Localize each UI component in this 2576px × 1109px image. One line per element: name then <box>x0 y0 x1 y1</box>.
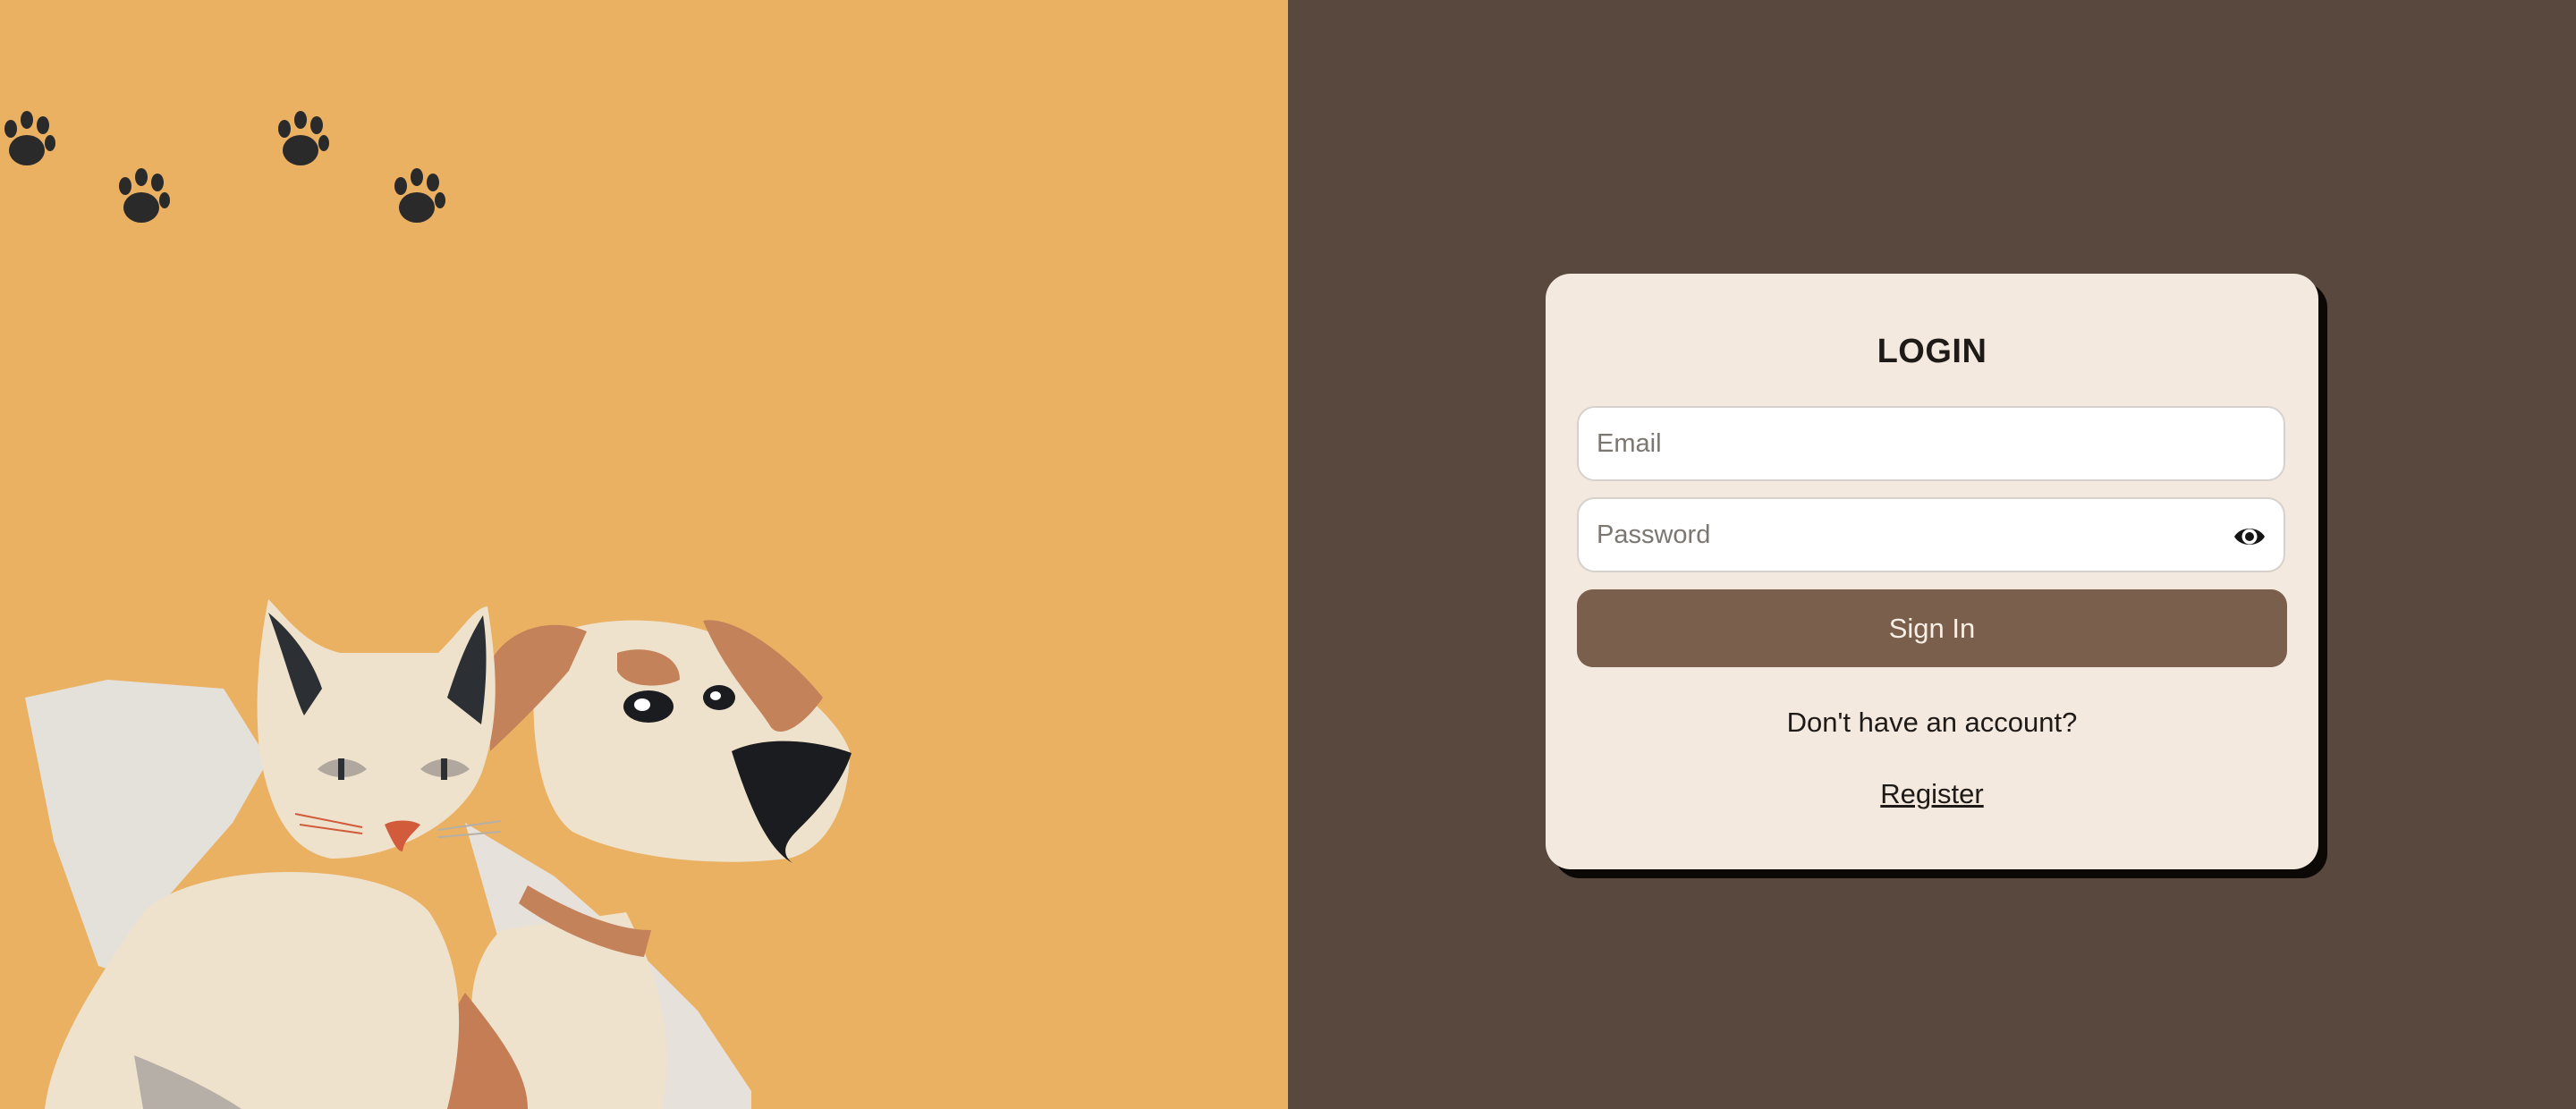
password-input[interactable] <box>1579 499 2284 571</box>
paw-print-icon <box>278 111 329 165</box>
password-field[interactable] <box>1577 497 2285 572</box>
eye-icon[interactable] <box>2232 521 2267 553</box>
email-field[interactable] <box>1577 406 2285 481</box>
paw-print-icon <box>394 168 445 223</box>
pets-illustration <box>25 599 852 1109</box>
paw-print-icon <box>119 168 170 223</box>
email-input[interactable] <box>1579 408 2284 479</box>
no-account-text: Don't have an account? <box>1786 707 2078 738</box>
illustration-panel <box>0 0 1288 1109</box>
sign-in-button[interactable]: Sign In <box>1577 589 2287 667</box>
register-link-row: Register <box>1546 778 2318 810</box>
login-card: LOGIN Sign In Don't have an account? Reg… <box>1546 274 2318 869</box>
paw-print-icon <box>4 111 55 165</box>
login-panel: LOGIN Sign In Don't have an account? Reg… <box>1288 0 2576 1109</box>
register-link[interactable]: Register <box>1880 778 1983 809</box>
login-title: LOGIN <box>1877 333 1987 370</box>
